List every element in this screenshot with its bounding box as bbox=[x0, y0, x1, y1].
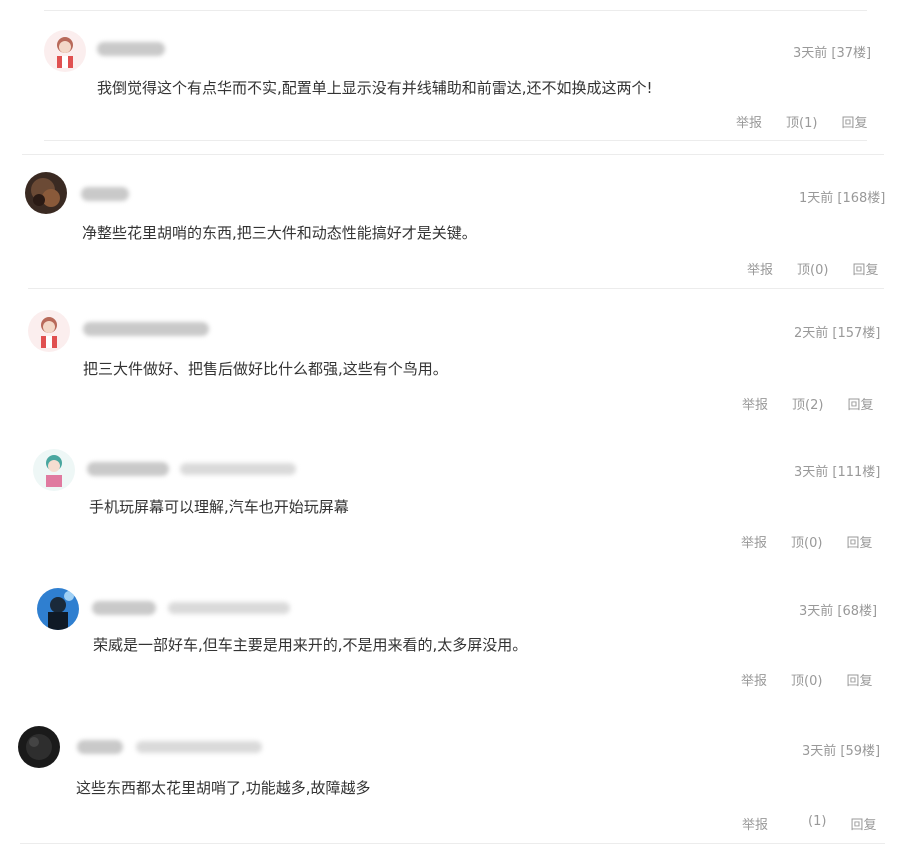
comment-text: 手机玩屏幕可以理解,汽车也开始玩屏幕 bbox=[89, 498, 349, 516]
reply-button[interactable]: 回复 bbox=[852, 259, 878, 278]
comment-text: 净整些花里胡哨的东西,把三大件和动态性能搞好才是关键。 bbox=[82, 224, 477, 242]
username-blurred[interactable] bbox=[77, 740, 123, 754]
comment-text: 把三大件做好、把售后做好比什么都强,这些有个鸟用。 bbox=[83, 360, 448, 378]
avatar[interactable] bbox=[25, 172, 67, 214]
avatar[interactable] bbox=[28, 310, 70, 352]
photo-avatar-icon bbox=[18, 726, 60, 768]
comment-actions: 举报 (1) 回复 bbox=[742, 814, 876, 833]
reply-button[interactable]: 回复 bbox=[846, 670, 872, 689]
upvote-button[interactable]: 顶(2) bbox=[792, 394, 823, 413]
avatar[interactable] bbox=[33, 449, 75, 491]
photo-avatar-icon bbox=[25, 172, 67, 214]
comment-actions: 举报 顶(1) 回复 bbox=[736, 112, 867, 131]
comment-meta: 3天前 [59楼] bbox=[802, 744, 881, 759]
comment-text: 这些东西都太花里胡哨了,功能越多,故障越多 bbox=[76, 779, 371, 797]
report-button[interactable]: 举报 bbox=[747, 259, 773, 278]
comment-meta: 3天前 [37楼] bbox=[793, 46, 872, 61]
username-blurred[interactable] bbox=[83, 322, 209, 336]
girl-avatar-icon bbox=[28, 310, 70, 352]
device-info-blurred bbox=[180, 463, 296, 475]
girl-avatar-icon bbox=[33, 449, 75, 491]
comment-actions: 举报 顶(0) 回复 bbox=[741, 532, 872, 551]
comment-divider bbox=[22, 154, 884, 155]
upvote-button[interactable]: (1) bbox=[808, 814, 826, 833]
upvote-button[interactable]: 顶(0) bbox=[791, 670, 822, 689]
comment-text: 荣威是一部好车,但车主要是用来开的,不是用来看的,太多屏没用。 bbox=[93, 636, 528, 654]
report-button[interactable]: 举报 bbox=[741, 532, 767, 551]
comment-divider bbox=[20, 843, 885, 844]
report-button[interactable]: 举报 bbox=[742, 394, 768, 413]
username-blurred[interactable] bbox=[81, 187, 129, 201]
device-info-blurred bbox=[136, 741, 262, 753]
comment-actions: 举报 顶(0) 回复 bbox=[741, 670, 872, 689]
comment-divider bbox=[44, 140, 867, 141]
avatar[interactable] bbox=[18, 726, 60, 768]
reply-button[interactable]: 回复 bbox=[846, 532, 872, 551]
comment-divider bbox=[28, 288, 884, 289]
device-info-blurred bbox=[168, 602, 290, 614]
girl-avatar-icon bbox=[44, 30, 86, 72]
comment-meta: 2天前 [157楼] bbox=[794, 326, 881, 341]
report-button[interactable]: 举报 bbox=[736, 112, 762, 131]
avatar[interactable] bbox=[37, 588, 79, 630]
comment-meta: 3天前 [111楼] bbox=[794, 465, 881, 480]
upvote-button[interactable]: 顶(0) bbox=[797, 259, 828, 278]
upvote-button[interactable]: 顶(1) bbox=[786, 112, 817, 131]
reply-button[interactable]: 回复 bbox=[841, 112, 867, 131]
upvote-button[interactable]: 顶(0) bbox=[791, 532, 822, 551]
top-divider bbox=[44, 10, 867, 11]
comment-actions: 举报 顶(0) 回复 bbox=[747, 259, 878, 278]
report-button[interactable]: 举报 bbox=[742, 814, 768, 833]
reply-button[interactable]: 回复 bbox=[847, 394, 873, 413]
comment-text: 我倒觉得这个有点华而不实,配置单上显示没有并线辅助和前雷达,还不如换成这两个! bbox=[97, 79, 653, 97]
avatar[interactable] bbox=[44, 30, 86, 72]
comment-meta: 3天前 [68楼] bbox=[799, 604, 878, 619]
comment-meta: 1天前 [168楼] bbox=[799, 191, 886, 206]
username-blurred[interactable] bbox=[97, 42, 165, 56]
reply-button[interactable]: 回复 bbox=[850, 814, 876, 833]
username-blurred[interactable] bbox=[87, 462, 169, 476]
report-button[interactable]: 举报 bbox=[741, 670, 767, 689]
photo-avatar-icon bbox=[37, 588, 79, 630]
comment-actions: 举报 顶(2) 回复 bbox=[742, 394, 873, 413]
username-blurred[interactable] bbox=[92, 601, 156, 615]
